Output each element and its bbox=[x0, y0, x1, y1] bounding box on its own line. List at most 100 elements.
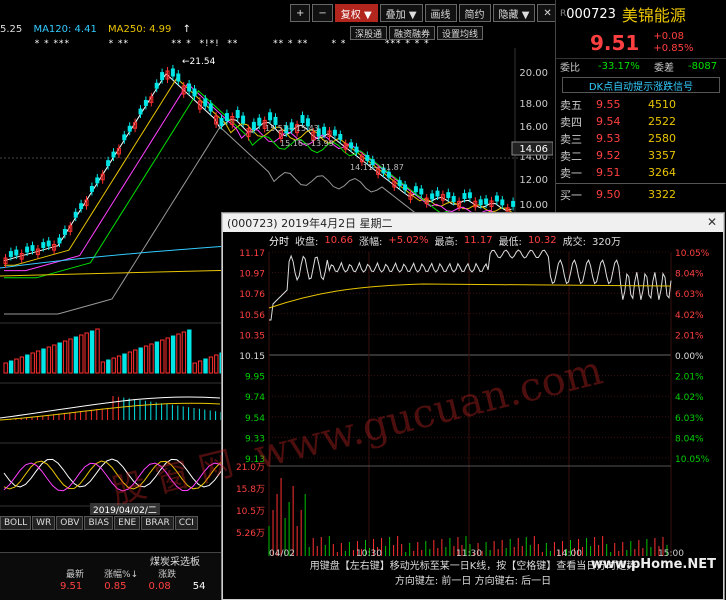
volume-bar bbox=[8, 360, 14, 374]
volume-bar bbox=[84, 332, 89, 374]
tab-bias[interactable]: BIAS bbox=[84, 516, 114, 530]
candle bbox=[500, 199, 505, 206]
candle bbox=[8, 251, 13, 258]
candle bbox=[176, 73, 181, 82]
tab-obv[interactable]: OBV bbox=[56, 516, 84, 530]
tab-cci[interactable]: CCI bbox=[174, 516, 198, 530]
right-axis-tick: 0.00% bbox=[675, 352, 704, 362]
right-axis-tick: 8.04% bbox=[675, 434, 704, 444]
wb-label: 委比 bbox=[560, 63, 580, 74]
up-arrow-icon: ↑ bbox=[182, 24, 191, 35]
popup-titlebar[interactable]: (000723) 2019年4月2日 星期二 ✕ bbox=[223, 214, 723, 232]
asks-label: 卖四 bbox=[560, 115, 582, 129]
price-tick: 10.00 bbox=[519, 200, 548, 211]
candle bbox=[106, 160, 111, 167]
volume-bar bbox=[116, 355, 122, 374]
candle bbox=[478, 199, 483, 206]
bids-price: 9.50 bbox=[596, 188, 621, 201]
price-tick: 20.00 bbox=[519, 68, 548, 79]
margin-button[interactable]: 融资融券 bbox=[389, 26, 436, 40]
volume-bar bbox=[35, 350, 41, 374]
candle bbox=[111, 151, 116, 158]
set-ma-button[interactable]: 设置均线 bbox=[437, 26, 484, 40]
restore-rights-dropdown[interactable]: 复权 ▼ bbox=[334, 4, 378, 22]
tab-intraday[interactable]: 分时 bbox=[269, 233, 289, 248]
left-axis-tick: 9.54 bbox=[245, 414, 265, 424]
bids-row[interactable]: 买一 9.50 3322 bbox=[556, 186, 726, 203]
zoom-out-button[interactable]: − bbox=[312, 4, 333, 22]
chart-toolbar: + − 复权 ▼ 叠加 ▼ 画线 简约 隐藏 ▼ ✕ bbox=[290, 4, 558, 22]
stock-chart-app: 5.25 MA120: 4.41 MA250: 4.99 ↑ + − 复权 ▼ … bbox=[0, 0, 726, 600]
right-axis-tick: 6.03% bbox=[675, 290, 704, 300]
candle bbox=[219, 117, 224, 126]
candle bbox=[397, 180, 402, 187]
volume-bar bbox=[89, 330, 95, 374]
asks-row[interactable]: 卖三 9.53 2580 bbox=[556, 130, 726, 147]
asks-label: 卖三 bbox=[560, 132, 582, 146]
macd-line bbox=[0, 396, 221, 419]
zoom-in-button[interactable]: + bbox=[290, 4, 311, 22]
candle bbox=[127, 125, 132, 132]
left-axis-tick: 10.56 bbox=[239, 311, 265, 321]
volume-bar bbox=[143, 345, 149, 374]
left-axis-tick: 9.95 bbox=[245, 373, 265, 383]
volume-bar bbox=[95, 328, 100, 374]
macd-signal bbox=[0, 402, 221, 421]
volume-bar bbox=[79, 334, 84, 374]
bid-list: 买一 9.50 3322 bbox=[556, 186, 726, 203]
volume-bar bbox=[138, 347, 143, 374]
asks-row[interactable]: 卖一 9.51 3264 bbox=[556, 164, 726, 181]
vol-label: 成交: bbox=[562, 236, 586, 248]
asks-vol: 2522 bbox=[648, 115, 676, 128]
tab-boll[interactable]: BOLL bbox=[0, 516, 32, 530]
simple-mode-button[interactable]: 简约 bbox=[458, 4, 491, 22]
overlay-dropdown[interactable]: 叠加 ▼ bbox=[379, 4, 423, 22]
candle bbox=[224, 113, 229, 122]
left-axis-tick: 9.33 bbox=[245, 434, 265, 444]
volume-bar bbox=[127, 351, 133, 374]
asks-row[interactable]: 卖四 9.54 2522 bbox=[556, 113, 726, 130]
asks-price: 9.55 bbox=[596, 98, 621, 111]
connect-button[interactable]: 深股通 bbox=[350, 26, 388, 40]
tab-brar[interactable]: BRAR bbox=[141, 516, 174, 530]
volume-bar bbox=[52, 344, 57, 374]
intraday-chart[interactable]: 11.17 10.05% 10.97 8.04% 10.76 6.03% 10.56 4.02… bbox=[223, 248, 723, 558]
date-marker: 2019/04/02/二 bbox=[90, 503, 160, 516]
avg-price-line bbox=[268, 283, 672, 309]
asks-row[interactable]: 卖五 9.55 4510 bbox=[556, 96, 726, 113]
intraday-popup[interactable]: (000723) 2019年4月2日 星期二 ✕ 分时 收盘: 10.66 涨幅:… bbox=[222, 213, 724, 600]
volume-bar bbox=[122, 353, 127, 374]
asks-vol: 3357 bbox=[648, 149, 676, 162]
volume-bar bbox=[214, 354, 219, 374]
volume-bar bbox=[197, 360, 203, 374]
segment-label: 15.16—13.99 bbox=[280, 139, 334, 148]
right-axis-tick: 4.02% bbox=[675, 393, 704, 403]
close-icon[interactable]: ✕ bbox=[705, 216, 719, 230]
tab-ene[interactable]: ENE bbox=[114, 516, 141, 530]
segment-label: 14.11—11.87 bbox=[350, 163, 404, 172]
candle bbox=[332, 129, 337, 136]
asks-row[interactable]: 卖二 9.52 3357 bbox=[556, 147, 726, 164]
volume-bar bbox=[192, 362, 197, 374]
stock-header: R 000723 美锦能源 bbox=[556, 0, 726, 28]
volume-bar bbox=[3, 362, 8, 374]
low-label: 最低: bbox=[498, 236, 522, 248]
candle bbox=[160, 72, 165, 81]
price-line bbox=[269, 249, 672, 321]
header-change-pct[interactable]: 涨幅%↓ bbox=[104, 567, 138, 581]
hide-dropdown[interactable]: 隐藏 ▼ bbox=[492, 4, 536, 22]
candle bbox=[235, 110, 240, 119]
candle bbox=[354, 146, 359, 153]
tab-wr[interactable]: WR bbox=[32, 516, 56, 530]
volume-bar bbox=[187, 329, 192, 374]
signal-button[interactable]: DK点自动提示涨跌信号 bbox=[562, 77, 720, 93]
watermark-corner: www.pHome.NET bbox=[590, 557, 716, 572]
draw-line-button[interactable]: 画线 bbox=[424, 4, 457, 22]
vol-axis-tick: 5.26万 bbox=[236, 529, 265, 539]
right-axis-tick: 2.01% bbox=[675, 331, 704, 341]
left-axis-tick: 10.76 bbox=[239, 290, 265, 300]
volume-bar bbox=[19, 356, 25, 374]
volume-bar bbox=[165, 337, 170, 374]
order-ratio-row: 委比 -33.17% 委差 -8087 bbox=[556, 58, 726, 74]
candle bbox=[349, 142, 354, 149]
